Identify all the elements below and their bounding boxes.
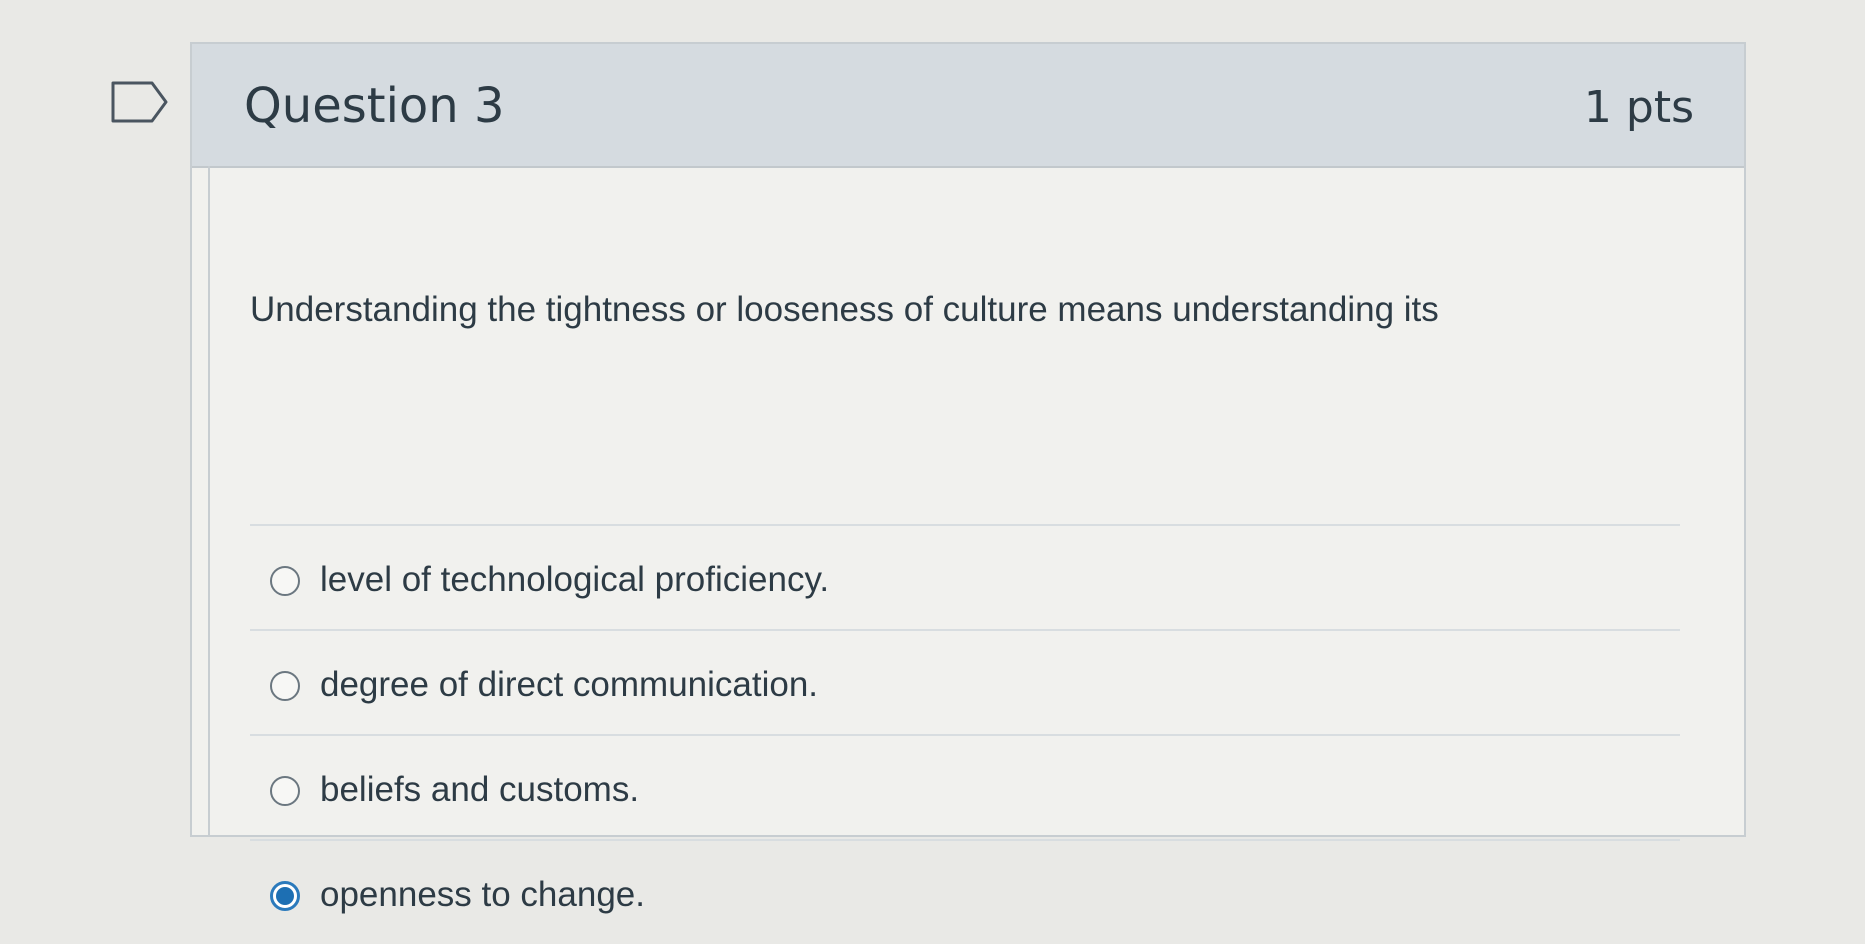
question-header: Question 3 1 pts <box>192 44 1744 168</box>
question-card: Question 3 1 pts Understanding the tight… <box>190 42 1746 914</box>
question-text: Understanding the tightness or looseness… <box>250 290 1439 329</box>
answer-option[interactable]: degree of direct communication. <box>250 629 1680 734</box>
radio-button[interactable] <box>270 776 300 806</box>
answer-option[interactable]: openness to change. <box>250 839 1680 944</box>
radio-button[interactable] <box>270 671 300 701</box>
flag-question-icon[interactable] <box>110 80 170 124</box>
radio-button[interactable] <box>270 566 300 596</box>
answer-label[interactable]: degree of direct communication. <box>320 665 818 705</box>
question-points: 1 pts <box>1583 82 1694 133</box>
answer-label[interactable]: level of technological proficiency. <box>320 560 829 600</box>
question-body: Understanding the tightness or looseness… <box>208 166 1734 914</box>
answer-option[interactable]: beliefs and customs. <box>250 734 1680 839</box>
answer-label[interactable]: openness to change. <box>320 875 645 915</box>
question-title: Question 3 <box>244 78 505 134</box>
answer-list: level of technological proficiency. degr… <box>250 524 1680 944</box>
radio-button-selected[interactable] <box>270 881 300 911</box>
answer-option[interactable]: level of technological proficiency. <box>250 524 1680 629</box>
answer-label[interactable]: beliefs and customs. <box>320 770 639 810</box>
